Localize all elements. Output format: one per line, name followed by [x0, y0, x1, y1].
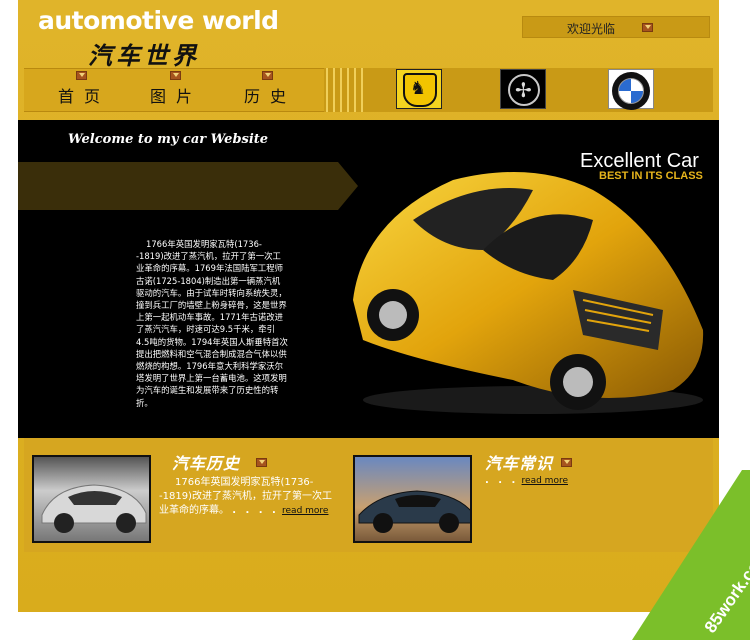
star-icon: ✢ [515, 78, 532, 102]
horse-icon: ♞ [410, 78, 427, 99]
nav-item-home[interactable]: 首页 [58, 83, 110, 107]
nav-links: 首页 图片 历史 [24, 68, 324, 112]
chevron-down-icon[interactable] [256, 458, 267, 467]
chevron-down-icon[interactable] [76, 71, 87, 80]
nav-divider [326, 68, 366, 112]
nav-item-history[interactable]: 历史 [244, 83, 296, 107]
nav-item-pictures[interactable]: 图片 [150, 83, 202, 107]
logo-cn: 汽车世界 [88, 41, 200, 70]
read-more-link[interactable]: read more [282, 506, 328, 516]
car-image [41, 484, 147, 533]
section-title-history: 汽车历史 [172, 454, 241, 473]
hero-subline: BEST IN ITS CLASS [599, 170, 703, 182]
section-text-history: 1766年英国发明家瓦特(1736--1819)改进了蒸汽机，拉开了第一次工业革… [159, 476, 334, 518]
bottom-panel: 汽车历史 1766年英国发明家瓦特(1736--1819)改进了蒸汽机，拉开了第… [24, 438, 713, 552]
ellipsis-dots: . . . [485, 475, 519, 486]
read-more-link[interactable]: read more [522, 476, 568, 486]
hero-tagline: Welcome to my car Website [68, 132, 269, 147]
welcome-bar[interactable]: 欢迎光临 [522, 16, 710, 38]
logo-text: automotive world [38, 6, 279, 35]
page: automotive world 汽车世界 欢迎光临 首页 图片 历史 ♞ ✢ [18, 0, 719, 612]
chevron-down-icon[interactable] [170, 71, 181, 80]
section-text-knowledge: . . . read more [485, 474, 568, 488]
watermark: 85work.com [632, 470, 750, 640]
main-nav: 首页 图片 历史 ♞ ✢ [24, 68, 713, 112]
car-image [358, 490, 470, 533]
chevron-down-icon[interactable] [561, 458, 572, 467]
astonmartin-thumbnail[interactable] [353, 455, 472, 543]
ellipsis-dots: . . . . [232, 505, 279, 516]
section-title-knowledge: 汽车常识 [485, 454, 554, 473]
mercedes-logo[interactable]: ✢ [500, 69, 546, 109]
chevron-down-icon[interactable] [262, 71, 273, 80]
bmw-logo[interactable] [608, 69, 654, 110]
sports-car-image [353, 172, 704, 414]
section-history: 汽车历史 1766年英国发明家瓦特(1736--1819)改进了蒸汽机，拉开了第… [24, 448, 344, 550]
hero-banner: Welcome to my car Website Excellent Car … [18, 120, 719, 438]
site-logo[interactable]: automotive world [38, 6, 279, 35]
welcome-label: 欢迎光临 [567, 22, 616, 36]
history-story: 1766年英国发明家瓦特(1736--1819)改进了蒸汽机，拉开了第一次工业革… [136, 239, 288, 408]
bmw-roundel [618, 78, 644, 104]
audi-thumbnail[interactable] [32, 455, 151, 543]
arrow-band [18, 162, 358, 210]
ferrari-logo[interactable]: ♞ [396, 69, 442, 109]
chevron-down-icon[interactable] [642, 23, 653, 32]
